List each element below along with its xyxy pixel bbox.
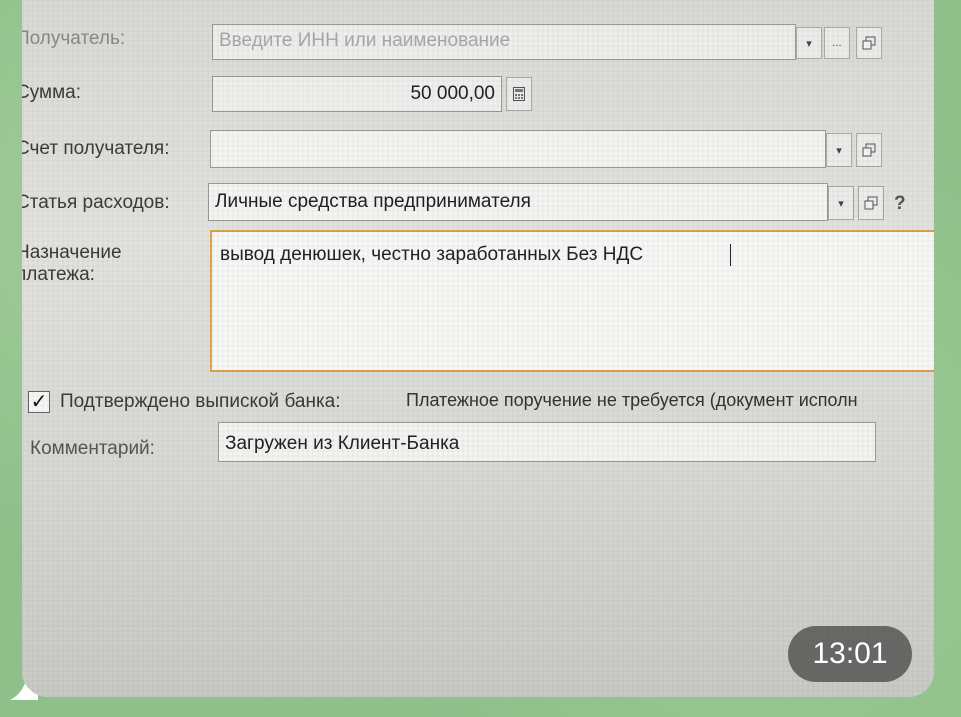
purpose-label-line2: платежа: [22, 264, 95, 285]
recipient-select-button[interactable]: ... [824, 27, 850, 59]
account-label: Счет получателя: [22, 138, 170, 159]
account-dropdown-button[interactable]: ▾ [826, 133, 852, 167]
account-open-button[interactable] [856, 133, 882, 167]
purpose-textarea[interactable]: вывод денюшек, честно заработанных Без Н… [210, 230, 934, 372]
expense-label: Статья расходов: [22, 192, 170, 213]
recipient-input[interactable]: Введите ИНН или наименование [212, 24, 796, 60]
purpose-label-line1: Назначение [22, 242, 122, 263]
comment-input[interactable]: Загружен из Клиент-Банка [218, 422, 876, 462]
bank-confirm-label: Подтверждено выпиской банка: [60, 391, 341, 412]
help-icon[interactable]: ? [894, 193, 906, 215]
purpose-value: вывод денюшек, честно заработанных Без Н… [220, 244, 644, 265]
chevron-down-icon: ▾ [836, 144, 842, 157]
open-window-icon [864, 196, 878, 210]
check-icon: ✓ [30, 391, 48, 413]
comment-value: Загружен из Клиент-Банка [225, 433, 460, 454]
expense-open-button[interactable] [858, 186, 884, 220]
amount-label: Сумма: [22, 82, 81, 103]
bank-confirm-checkbox[interactable]: ✓ [28, 391, 50, 413]
photo-attachment[interactable]: Получатель: Введите ИНН или наименование… [22, 0, 934, 697]
calculator-icon [513, 87, 525, 101]
amount-input[interactable]: 50 000,00 [212, 76, 502, 112]
recipient-placeholder: Введите ИНН или наименование [219, 30, 511, 51]
recipient-label: Получатель: [22, 28, 126, 49]
ellipsis-icon: ... [832, 37, 842, 49]
chevron-down-icon: ▾ [806, 37, 812, 50]
message-time: 13:01 [788, 626, 912, 682]
account-input[interactable] [210, 130, 826, 168]
recipient-open-button[interactable] [856, 27, 882, 59]
expense-value: Личные средства предпринимателя [215, 191, 531, 212]
message-bubble[interactable]: Получатель: Введите ИНН или наименование… [22, 0, 934, 697]
calculator-button[interactable] [506, 77, 532, 111]
expense-input[interactable]: Личные средства предпринимателя [208, 183, 828, 221]
expense-dropdown-button[interactable]: ▾ [828, 186, 854, 220]
purpose-label: Назначение платежа: [22, 242, 122, 286]
recipient-dropdown-button[interactable]: ▾ [796, 27, 822, 59]
text-cursor [730, 244, 731, 266]
amount-value: 50 000,00 [410, 83, 495, 104]
comment-label: Комментарий: [30, 438, 155, 459]
chevron-down-icon: ▾ [838, 197, 844, 210]
payment-order-note: Платежное поручение не требуется (докуме… [406, 390, 858, 410]
open-window-icon [862, 36, 876, 50]
open-window-icon [862, 143, 876, 157]
